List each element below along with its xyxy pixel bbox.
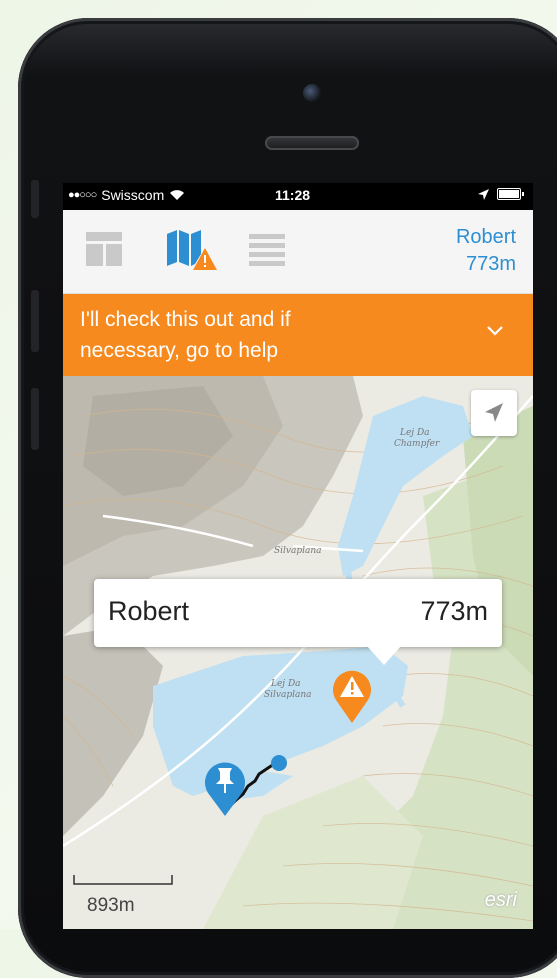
- map-warning-icon[interactable]: [167, 228, 217, 272]
- user-callout[interactable]: Robert 773m: [94, 579, 502, 665]
- pushpin-icon[interactable]: [203, 759, 247, 817]
- esri-attribution: esri: [484, 889, 517, 911]
- map-label: Champfer: [394, 439, 440, 449]
- list-icon[interactable]: [249, 234, 285, 266]
- status-bar: ●●○○○ Swisscom 11:28: [63, 183, 533, 210]
- volume-down-button: [31, 388, 39, 450]
- app-screen: ●●○○○ Swisscom 11:28 Robert 773m I'll ch…: [63, 183, 533, 929]
- signal-strength-icon: ●●○○○: [68, 189, 97, 201]
- earpiece-speaker: [265, 136, 359, 150]
- dashboard-icon[interactable]: [86, 232, 122, 266]
- map-label: Lej Da: [271, 679, 301, 689]
- volume-up-button: [31, 290, 39, 352]
- status-time: 11:28: [275, 187, 311, 203]
- alert-message: I'll check this out and if necessary, go…: [80, 308, 291, 362]
- wifi-icon: [170, 190, 185, 200]
- locate-button[interactable]: [471, 390, 517, 436]
- mute-switch: [31, 180, 39, 218]
- scale-bar: [73, 875, 173, 885]
- alert-banner[interactable]: I'll check this out and if necessary, go…: [63, 294, 533, 376]
- front-camera: [303, 84, 321, 102]
- user-distance: 773m: [465, 253, 516, 275]
- callout-name: Robert: [108, 596, 190, 626]
- map-view[interactable]: Lej Da Champfer Silvaplana Lej Da Silvap…: [63, 376, 533, 929]
- user-summary[interactable]: Robert 773m: [456, 224, 516, 278]
- callout-pointer: [366, 645, 402, 665]
- user-location-dot[interactable]: [270, 754, 288, 772]
- callout-distance: 773m: [420, 596, 488, 626]
- map-label: Lej Da: [400, 428, 430, 438]
- battery-icon: [497, 188, 524, 200]
- top-toolbar: Robert 773m: [63, 210, 533, 294]
- scale-label: 893m: [87, 895, 135, 916]
- carrier-name: Swisscom: [101, 187, 165, 203]
- location-arrow-icon: [478, 188, 489, 200]
- map-label: Silvaplana: [264, 690, 312, 700]
- locate-arrow-icon: [485, 403, 503, 422]
- chevron-down-icon[interactable]: [487, 326, 503, 336]
- map-label: Silvaplana: [274, 546, 322, 556]
- warning-pin-icon[interactable]: [331, 668, 373, 724]
- topographic-map: [63, 376, 533, 929]
- user-name: Robert: [455, 226, 516, 248]
